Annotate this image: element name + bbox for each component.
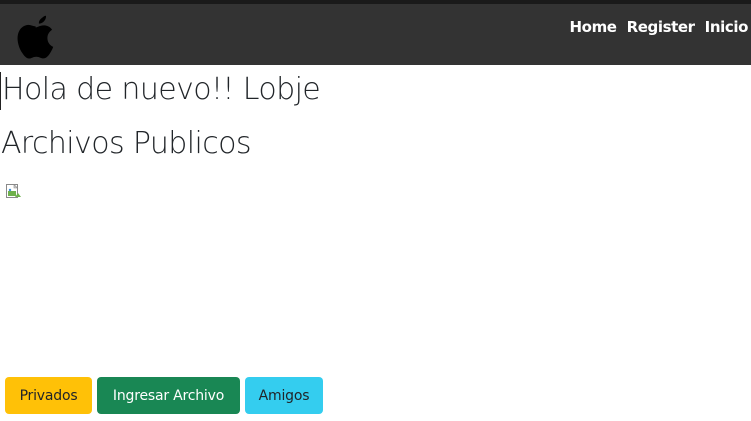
nav-link-inicio[interactable]: Inicio [700,18,749,36]
nav-link-register[interactable]: Register [622,18,700,36]
upload-file-button[interactable]: Ingresar Archivo [97,377,240,414]
broken-image-icon [6,184,21,198]
friends-button[interactable]: Amigos [245,377,323,414]
public-files-heading: Archivos Publicos [1,126,251,161]
text-caret [0,72,1,110]
private-files-button[interactable]: Privados [5,377,92,414]
greeting-heading: Hola de nuevo!! Lobje [2,72,321,107]
navbar: Home Register Inicio [0,0,751,65]
apple-logo-icon[interactable] [16,13,54,59]
nav-links: Home Register Inicio [565,18,749,36]
action-buttons: Privados Ingresar Archivo Amigos [5,377,323,414]
nav-link-home[interactable]: Home [565,18,622,36]
